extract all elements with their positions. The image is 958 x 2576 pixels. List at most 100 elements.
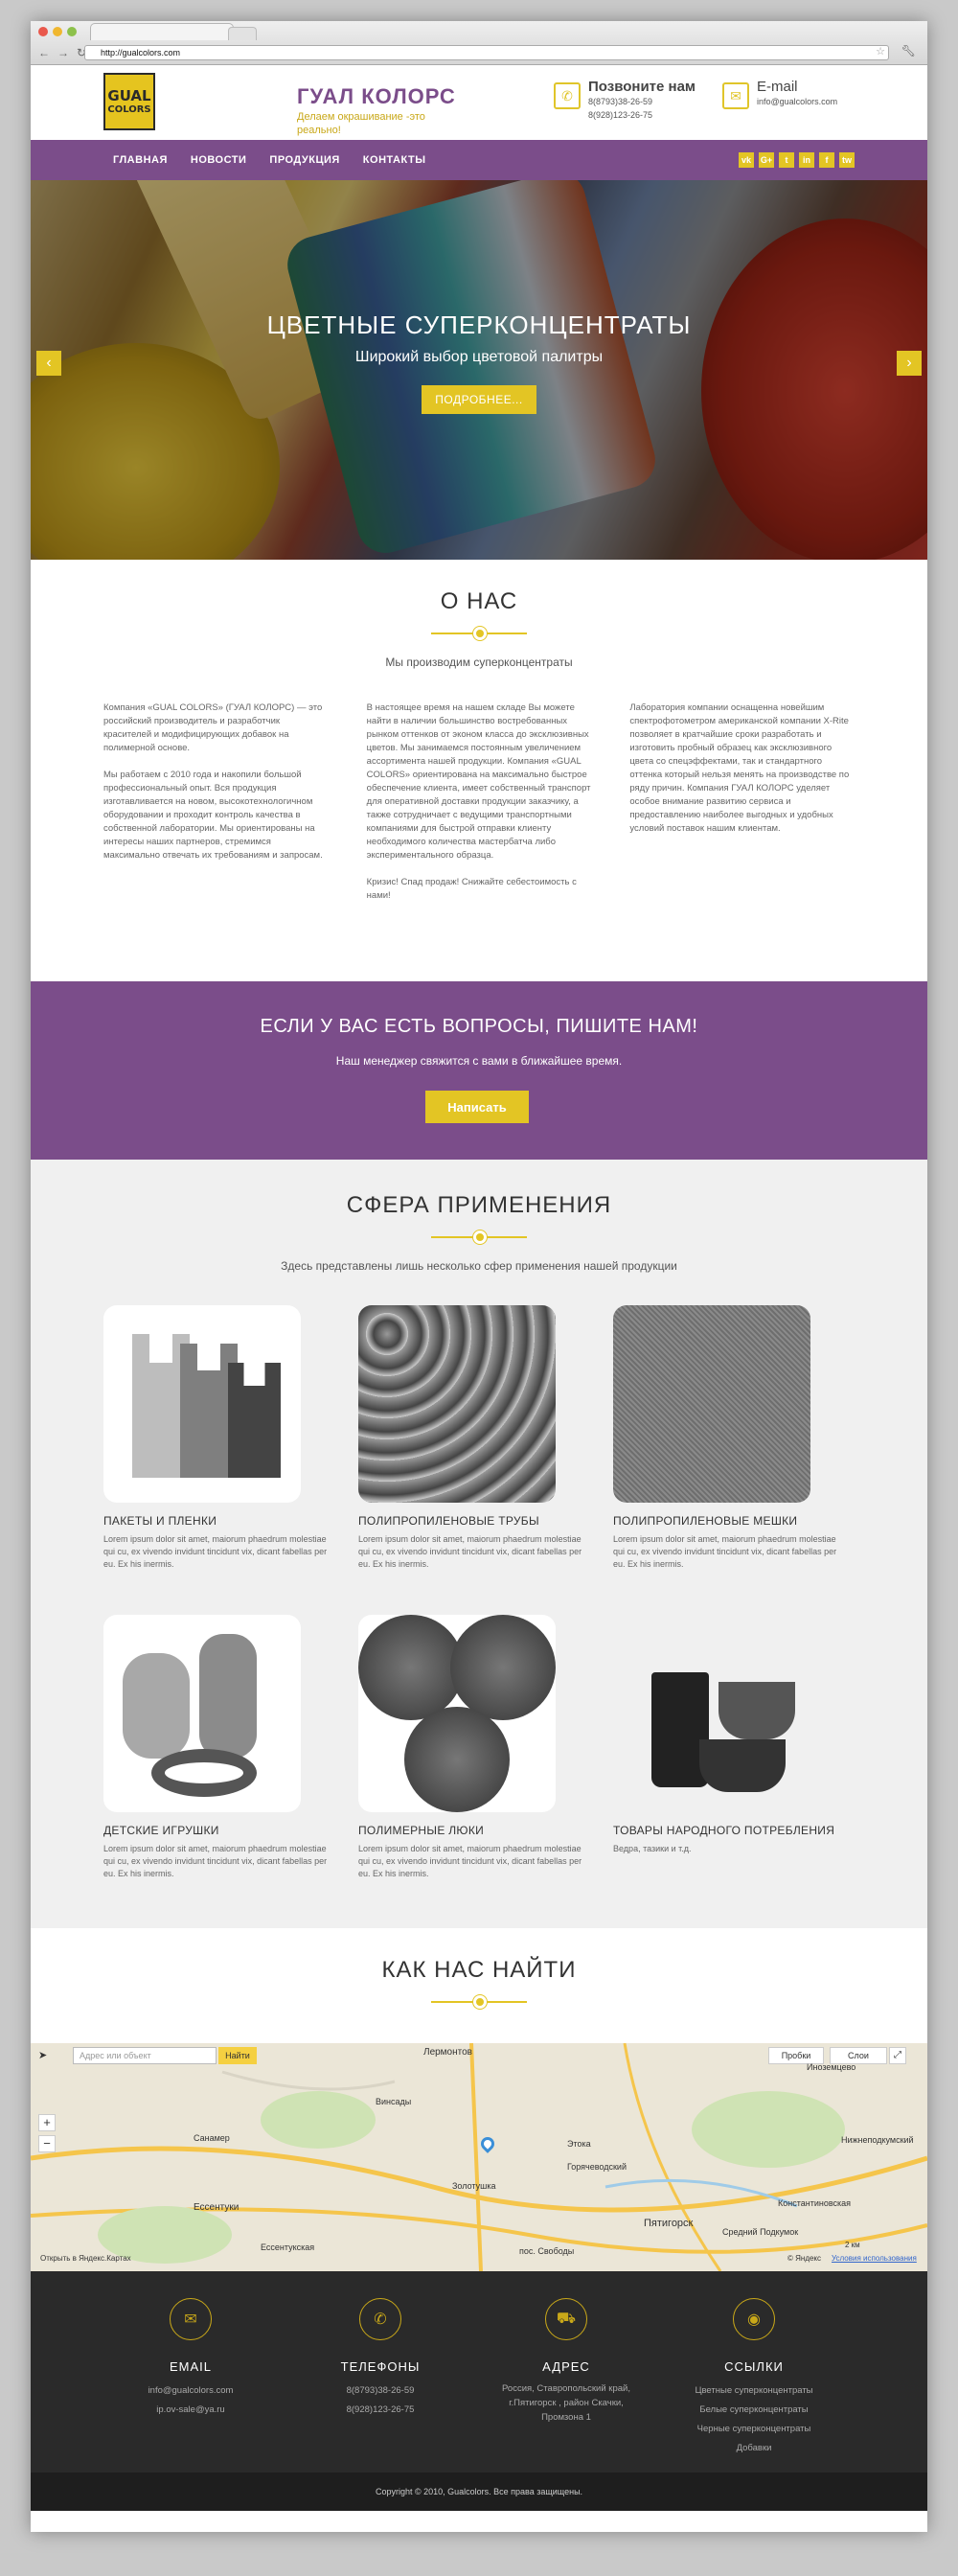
nav-item-home[interactable]: ГЛАВНАЯ [113,154,168,166]
nav-item-products[interactable]: ПРОДУКЦИЯ [269,154,339,166]
browser-toolbar: ← → ↻ http://gualcolors.com ☆ 🔧︎ [31,21,927,65]
about-text-3: Лаборатория компании оснащенна новейшим … [629,702,850,834]
footer-phones: ✆ ТЕЛЕФОНЫ 8(8793)38-26-59 8(928)123-26-… [308,2298,452,2420]
address-bar[interactable]: http://gualcolors.com [84,45,889,60]
close-window-button[interactable] [38,27,48,36]
application-desc: Lorem ipsum dolor sit amet, maiorum phae… [103,1534,328,1569]
map-label: Пятигорск [644,2218,694,2229]
cta-subtitle: Наш менеджер свяжится с вами в ближайшее… [335,1054,623,1068]
footer-email: ✉ EMAIL info@gualcolors.com ip.ov-sale@y… [119,2298,262,2420]
map-label: Константиновская [778,2198,852,2208]
copyright: Copyright © 2010, Gualcolors. Все права … [31,2472,927,2511]
hero-more-button[interactable]: ПОДРОБНЕЕ... [422,385,536,414]
map-label: Ессентуки [194,2202,240,2213]
footer-text: Россия, Ставропольский край, [502,2383,630,2394]
cta-title: ЕСЛИ У ВАС ЕСТЬ ВОПРОСЫ, ПИШИТЕ НАМ! [260,1016,698,1037]
map-roads [31,2043,927,2271]
map-search-input[interactable]: Адрес или объект [73,2047,217,2064]
contact-cta-section: ЕСЛИ У ВАС ЕСТЬ ВОПРОСЫ, ПИШИТЕ НАМ! Наш… [31,981,927,1160]
footer-heading: АДРЕС [542,2359,590,2374]
open-in-yandex-link[interactable]: Открыть в Яндекс.Картах [40,2254,131,2263]
back-icon[interactable]: ← [38,46,50,59]
site-logo[interactable]: GUAL COLORS [103,73,155,130]
application-card[interactable]: ПОЛИПРОПИЛЕНОВЫЕ МЕШКИ Lorem ipsum dolor… [613,1305,841,1571]
window-controls [38,27,77,36]
locate-icon[interactable]: ➤ [38,2049,47,2061]
about-text-1: Компания «GUAL COLORS» (ГУАЛ КОЛОРС) — э… [103,702,323,861]
map-label: пос. Свободы [519,2246,575,2256]
zoom-in-button[interactable]: + [38,2114,56,2131]
wrench-icon[interactable]: 🔧︎ [901,44,916,58]
footer-text: Промзона 1 [541,2412,591,2423]
slider-prev-button[interactable]: ‹ [36,351,61,376]
map-search-button[interactable]: Найти [218,2047,257,2064]
site-header: GUAL COLORS ГУАЛ КОЛОРС Делаем окрашиван… [31,65,927,140]
map-label: Санамер [194,2133,230,2143]
bookmark-star-icon[interactable]: ☆ [876,45,885,58]
site-footer: ✉ EMAIL info@gualcolors.com ip.ov-sale@y… [31,2271,927,2472]
telegram-icon[interactable]: tw [839,152,855,168]
footer-link[interactable]: Добавки [682,2439,826,2458]
logo-line2: COLORS [107,104,151,115]
map-label: Ессентукская [261,2242,315,2252]
hero-subtitle: Широкий выбор цветовой палитры [354,349,604,365]
map-label: Лермонтов [423,2047,472,2058]
find-us-section: КАК НАС НАЙТИ [31,1928,927,2043]
nav-item-news[interactable]: НОВОСТИ [191,154,247,166]
about-title: О НАС [440,588,518,614]
application-title: ПОЛИМЕРНЫЕ ЛЮКИ [358,1824,485,1837]
map-label: Винсады [376,2097,412,2106]
application-title: ПОЛИПРОПИЛЕНОВЫЕ МЕШКИ [613,1514,798,1528]
brand-block: ГУАЛ КОЛОРС Делаем окрашивание -это реал… [297,84,456,138]
footer-link[interactable]: Черные суперконцентраты [682,2420,826,2439]
application-desc: Lorem ipsum dolor sit amet, maiorum phae… [358,1534,582,1569]
footer-link[interactable]: info@gualcolors.com [119,2381,262,2401]
map-label: Горячеводский [567,2162,627,2172]
application-card[interactable]: ПОЛИМЕРНЫЕ ЛЮКИ Lorem ipsum dolor sit am… [358,1615,586,1880]
nav-item-contacts[interactable]: КОНТАКТЫ [363,154,426,166]
maximize-window-button[interactable] [67,27,77,36]
email-address[interactable]: info@gualcolors.com [757,95,837,108]
fullscreen-icon[interactable]: ⤢ [889,2047,906,2064]
applications-subtitle: Здесь представлены лишь несколько сфер п… [281,1259,677,1273]
brand-tagline: Делаем окрашивание -это реально! [297,111,425,136]
map-label: Золотушка [452,2181,496,2191]
yandex-map[interactable]: Адрес или объект Найти Пробки Слои ⤢ ➤ +… [31,2043,927,2271]
minimize-window-button[interactable] [53,27,62,36]
map-scale: 2 км [845,2241,860,2249]
facebook-icon[interactable]: f [819,152,834,168]
application-desc: Lorem ipsum dolor sit amet, maiorum phae… [103,1844,328,1878]
footer-link[interactable]: Цветные суперконцентраты [682,2381,826,2401]
find-us-title: КАК НАС НАЙТИ [381,1957,577,1983]
new-tab-button[interactable] [228,27,257,40]
map-label: Нижнеподкумский [841,2135,914,2145]
slider-next-button[interactable]: › [897,351,922,376]
twitter-icon[interactable]: t [779,152,794,168]
footer-link[interactable]: ip.ov-sale@ya.ru [119,2401,262,2420]
google-plus-icon[interactable]: G+ [759,152,774,168]
map-label: Средний Подкумок [722,2227,799,2237]
write-button[interactable]: Написать [425,1091,529,1123]
map-label: Иноземцево [807,2062,856,2072]
browser-window: ← → ↻ http://gualcolors.com ☆ 🔧︎ GUAL CO… [31,21,927,2532]
phone-icon: ✆ [554,82,581,109]
forward-icon[interactable]: → [57,46,69,59]
phone-icon: ✆ [359,2298,401,2340]
footer-heading: ССЫЛКИ [724,2359,784,2374]
sacks-image [613,1305,810,1503]
application-card[interactable]: ДЕТСКИЕ ИГРУШКИ Lorem ipsum dolor sit am… [103,1615,331,1880]
application-card[interactable]: ПОЛИПРОПИЛЕНОВЫЕ ТРУБЫ Lorem ipsum dolor… [358,1305,586,1571]
plastic-bags-image [103,1305,301,1503]
browser-tab[interactable] [90,23,234,40]
vk-icon[interactable]: vk [739,152,754,168]
footer-link[interactable]: Белые суперконцентраты [682,2401,826,2420]
application-card[interactable]: ТОВАРЫ НАРОДНОГО ПОТРЕБЛЕНИЯ Ведра, тази… [613,1615,841,1880]
main-nav: ГЛАВНАЯ НОВОСТИ ПРОДУКЦИЯ КОНТАКТЫ vk G+… [31,140,927,180]
map-terms-link[interactable]: Условия использования [832,2254,917,2263]
instagram-icon[interactable]: in [799,152,814,168]
zoom-out-button[interactable]: − [38,2135,56,2152]
application-desc: Ведра, тазики и т.д. [613,1844,692,1853]
application-card[interactable]: ПАКЕТЫ И ПЛЕНКИ Lorem ipsum dolor sit am… [103,1305,331,1571]
hero-title: ЦВЕТНЫЕ СУПЕРКОНЦЕНТРАТЫ [266,310,692,339]
toys-image [103,1615,301,1812]
